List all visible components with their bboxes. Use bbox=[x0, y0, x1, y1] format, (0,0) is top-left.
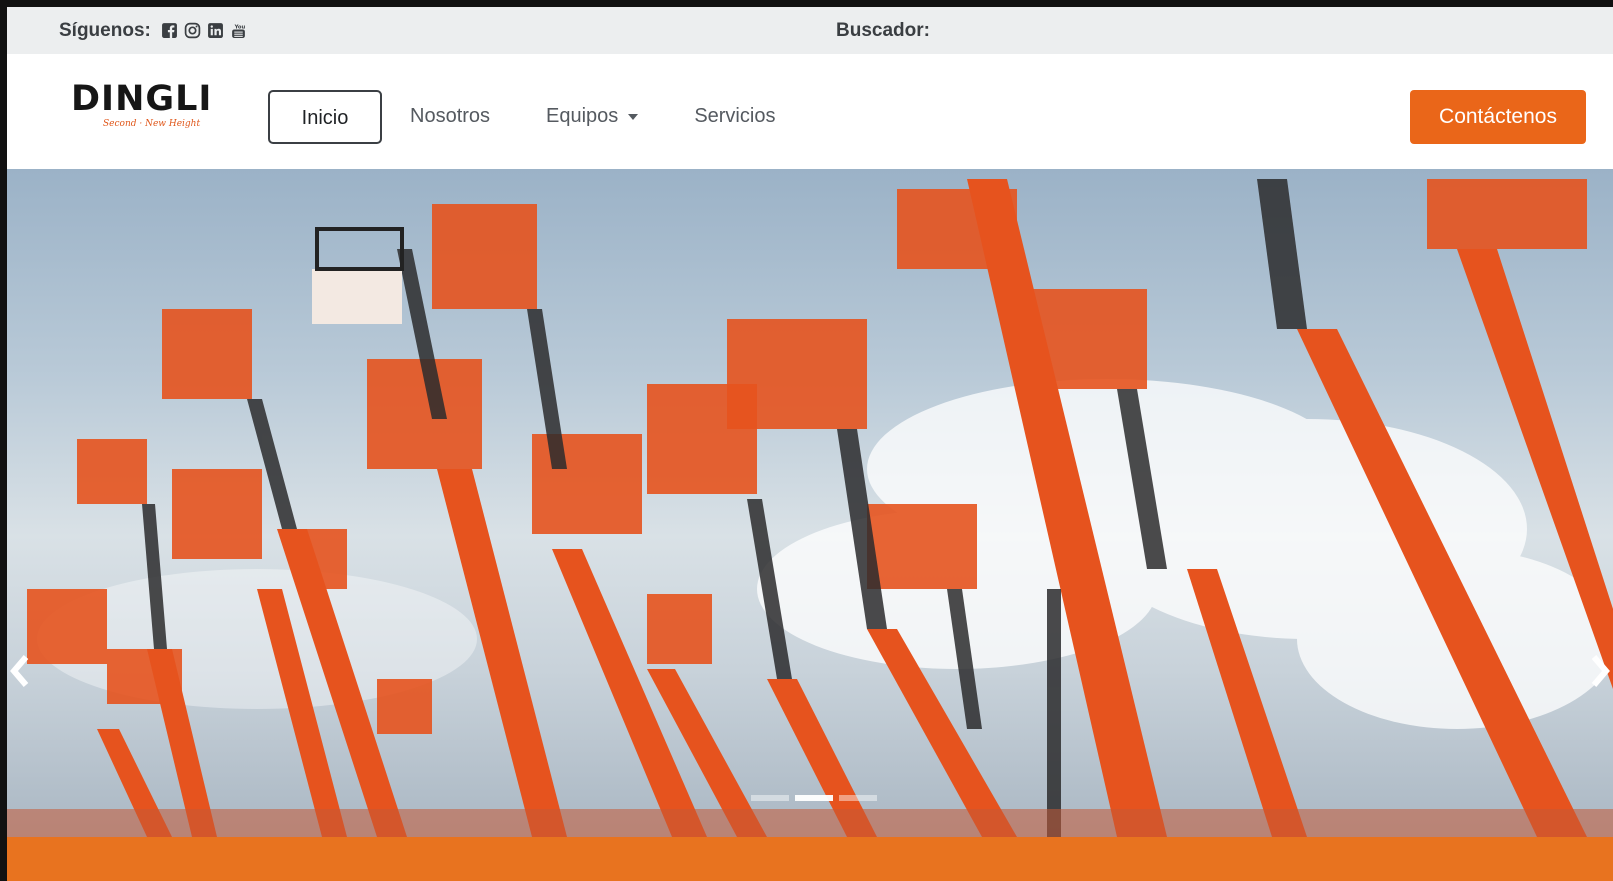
carousel-indicator-2[interactable] bbox=[795, 795, 833, 801]
nav-item-servicios-label: Servicios bbox=[694, 105, 776, 127]
hero-image-boom-lifts bbox=[7, 179, 1613, 837]
main-navbar: DINGLI Second · New Height Inicio Nosotr… bbox=[7, 54, 1613, 169]
instagram-icon[interactable] bbox=[184, 22, 201, 39]
nav-links: Inicio Nosotros Equipos Servicios bbox=[268, 90, 803, 144]
caret-down-icon bbox=[628, 113, 639, 120]
page-frame: Síguenos: You Buscador: DINGLI Second · … bbox=[7, 7, 1613, 881]
carousel-indicator-1[interactable] bbox=[751, 795, 789, 801]
nav-item-equipos-label: Equipos bbox=[546, 105, 619, 127]
dingli-logo[interactable]: DINGLI Second · New Height bbox=[71, 80, 221, 135]
facebook-icon[interactable] bbox=[161, 22, 178, 39]
social-follow: Síguenos: You bbox=[59, 7, 247, 54]
carousel-next-button[interactable] bbox=[1587, 649, 1613, 693]
follow-label: Síguenos: bbox=[59, 19, 151, 41]
contact-button[interactable]: Contáctenos bbox=[1410, 90, 1586, 144]
hero-carousel bbox=[7, 169, 1613, 837]
logo-tagline: Second · New Height bbox=[103, 119, 201, 129]
nav-item-equipos[interactable]: Equipos bbox=[518, 90, 666, 144]
top-bar: Síguenos: You Buscador: bbox=[7, 7, 1613, 54]
orange-section-band bbox=[7, 837, 1613, 881]
search-label: Buscador: bbox=[836, 20, 930, 41]
nav-item-nosotros-label: Nosotros bbox=[410, 105, 491, 127]
chevron-left-icon bbox=[10, 655, 29, 687]
carousel-indicators bbox=[751, 795, 877, 801]
youtube-icon[interactable]: You bbox=[230, 22, 247, 39]
carousel-prev-button[interactable] bbox=[7, 649, 33, 693]
nav-item-nosotros[interactable]: Nosotros bbox=[382, 90, 518, 144]
chevron-right-icon bbox=[1591, 655, 1610, 687]
linkedin-icon[interactable] bbox=[207, 22, 224, 39]
logo-brand: DINGLI bbox=[71, 79, 213, 119]
nav-item-servicios[interactable]: Servicios bbox=[666, 90, 803, 144]
nav-item-inicio[interactable]: Inicio bbox=[268, 90, 382, 144]
carousel-indicator-3[interactable] bbox=[839, 795, 877, 801]
